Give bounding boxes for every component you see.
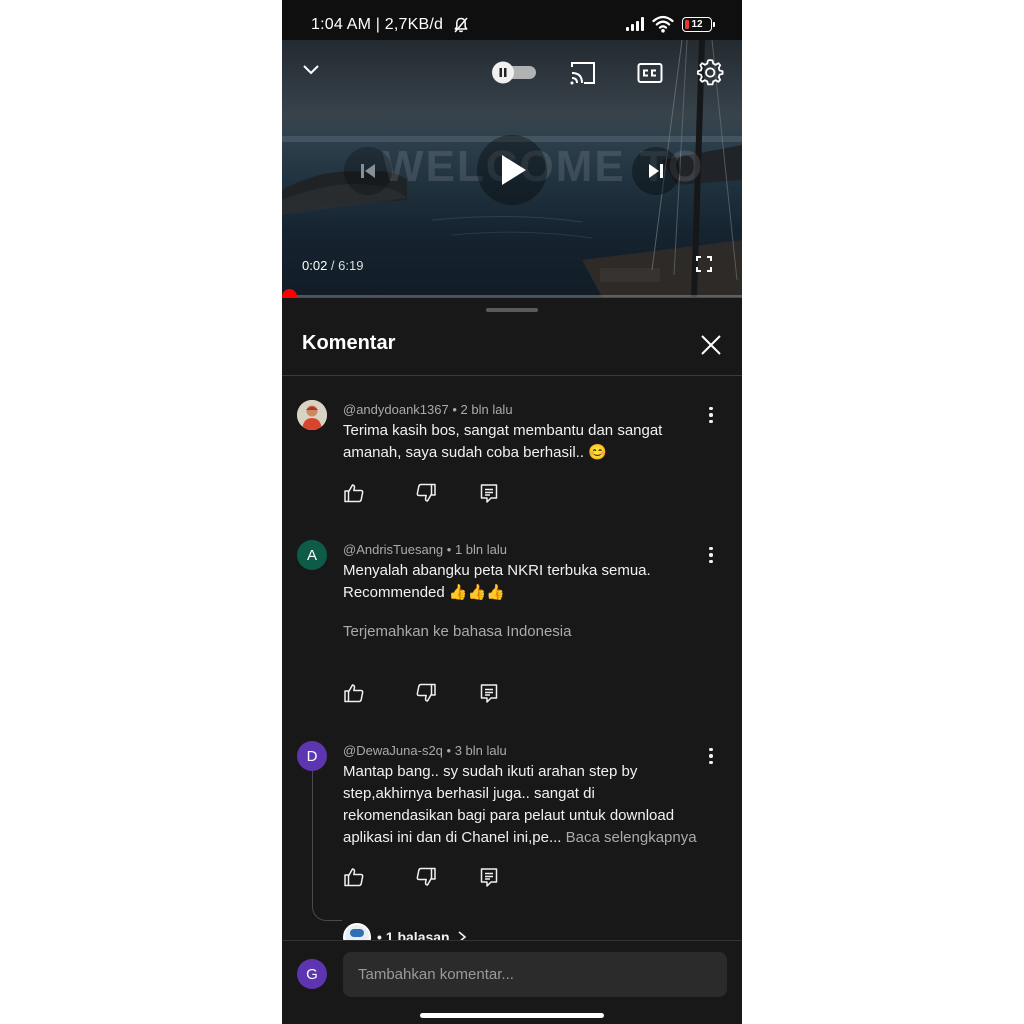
drag-handle[interactable] <box>486 308 538 312</box>
reply-button[interactable] <box>478 482 500 504</box>
comment-author[interactable]: @andydoank1367 <box>343 402 449 417</box>
comment-list[interactable]: @andydoank1367 • 2 bln lalu Terima kasih… <box>282 376 742 940</box>
comment-text: Mantap bang.. sy sudah ikuti arahan step… <box>343 761 703 849</box>
dislike-button[interactable] <box>415 866 437 888</box>
avatar-letter: D <box>306 747 318 765</box>
user-avatar[interactable]: G <box>297 959 327 989</box>
reply-button[interactable] <box>478 866 500 888</box>
comment-author[interactable]: @DewaJuna-s2q <box>343 743 443 758</box>
current-time: 0:02 <box>302 258 328 273</box>
video-player[interactable]: WELCOME TO 0:02 / 6:19 <box>282 40 742 297</box>
reply-icon <box>480 484 498 503</box>
dislike-button[interactable] <box>415 682 437 704</box>
battery-level: 12 <box>691 18 703 30</box>
comment-meta: @AndrisTuesang • 1 bln lalu <box>343 542 507 557</box>
play-icon <box>502 155 526 185</box>
reply-icon <box>480 684 498 703</box>
time-separator: / <box>327 258 339 273</box>
like-button[interactable] <box>343 866 365 888</box>
status-bar: 1:04 AM | 2,7KB/d 12 <box>282 0 742 40</box>
dislike-button[interactable] <box>415 482 437 504</box>
comment-age: 2 bln lalu <box>460 402 513 417</box>
settings-button[interactable] <box>695 57 725 87</box>
duration: 6:19 <box>338 258 364 273</box>
phone-screen: 1:04 AM | 2,7KB/d 12 WELCOME TO 0:02 / 6… <box>282 0 742 1024</box>
signal-icon <box>626 17 644 31</box>
status-time: 1:04 AM | 2,7KB/d <box>311 16 444 33</box>
read-more-link[interactable]: Baca selengkapnya <box>566 829 697 846</box>
thumbs-down-icon <box>416 867 436 886</box>
minimize-button[interactable] <box>298 56 324 82</box>
like-button[interactable] <box>343 482 365 504</box>
previous-button[interactable] <box>344 147 392 195</box>
comment-input[interactable] <box>343 952 727 997</box>
cast-button[interactable] <box>568 58 598 88</box>
battery-icon: 12 <box>682 16 715 32</box>
autoplay-icon <box>492 61 536 84</box>
settings-icon <box>697 59 724 86</box>
replies-count: • 1 balasan <box>377 929 450 940</box>
translate-link[interactable]: Terjemahkan ke bahasa Indonesia <box>343 623 572 640</box>
captions-button[interactable] <box>635 58 665 88</box>
thumbs-up-icon <box>344 484 364 503</box>
close-icon <box>701 335 721 355</box>
previous-icon <box>361 164 375 178</box>
comment-meta: @DewaJuna-s2q • 3 bln lalu <box>343 743 507 758</box>
thumbs-up-icon <box>344 684 364 703</box>
comment-menu-button[interactable] <box>700 745 722 767</box>
replies-link[interactable]: • 1 balasan <box>343 923 468 940</box>
thumbs-up-icon <box>344 868 364 887</box>
fullscreen-button[interactable] <box>692 252 716 276</box>
cc-icon <box>637 63 663 83</box>
like-button[interactable] <box>343 682 365 704</box>
comment-age: 3 bln lalu <box>454 743 507 758</box>
avatar[interactable] <box>297 400 327 430</box>
chevron-right-icon <box>458 931 466 940</box>
comment-text: Terima kasih bos, sangat membantu dan sa… <box>343 422 663 461</box>
thumbs-down-icon <box>416 683 436 702</box>
comment-meta: @andydoank1367 • 2 bln lalu <box>343 402 513 417</box>
comment-composer: G <box>282 940 742 1024</box>
reply-icon <box>480 868 498 887</box>
comment-menu-button[interactable] <box>700 404 722 426</box>
comments-panel: Komentar @andydoank1367 • 2 bln lalu Ter… <box>282 298 742 1024</box>
chevron-down-icon <box>303 65 319 75</box>
comment-menu-button[interactable] <box>700 544 722 566</box>
thumbs-down-icon <box>416 483 436 502</box>
time-display: 0:02 / 6:19 <box>302 258 363 273</box>
avatar-letter: A <box>306 546 317 564</box>
reply-avatar <box>343 923 371 940</box>
panel-title: Komentar <box>302 332 396 354</box>
avatar[interactable]: A <box>297 540 327 570</box>
comment-text: Menyalah abangku peta NKRI terbuka semua… <box>343 562 651 601</box>
avatar-photo <box>297 400 327 430</box>
bell-off-icon <box>454 17 468 33</box>
next-icon <box>649 164 663 178</box>
status-icons: 12 <box>626 14 715 34</box>
comment-age: 1 bln lalu <box>454 542 507 557</box>
home-indicator[interactable] <box>420 1013 604 1018</box>
wifi-icon <box>652 15 674 33</box>
play-button[interactable] <box>477 135 547 205</box>
cast-icon <box>570 62 595 85</box>
reply-button[interactable] <box>478 682 500 704</box>
fullscreen-icon <box>696 256 712 272</box>
next-button[interactable] <box>632 147 680 195</box>
thread-line <box>312 771 342 921</box>
autoplay-toggle[interactable] <box>488 60 538 84</box>
close-button[interactable] <box>698 332 724 358</box>
avatar[interactable]: D <box>297 741 327 771</box>
comment-author[interactable]: @AndrisTuesang <box>343 542 443 557</box>
